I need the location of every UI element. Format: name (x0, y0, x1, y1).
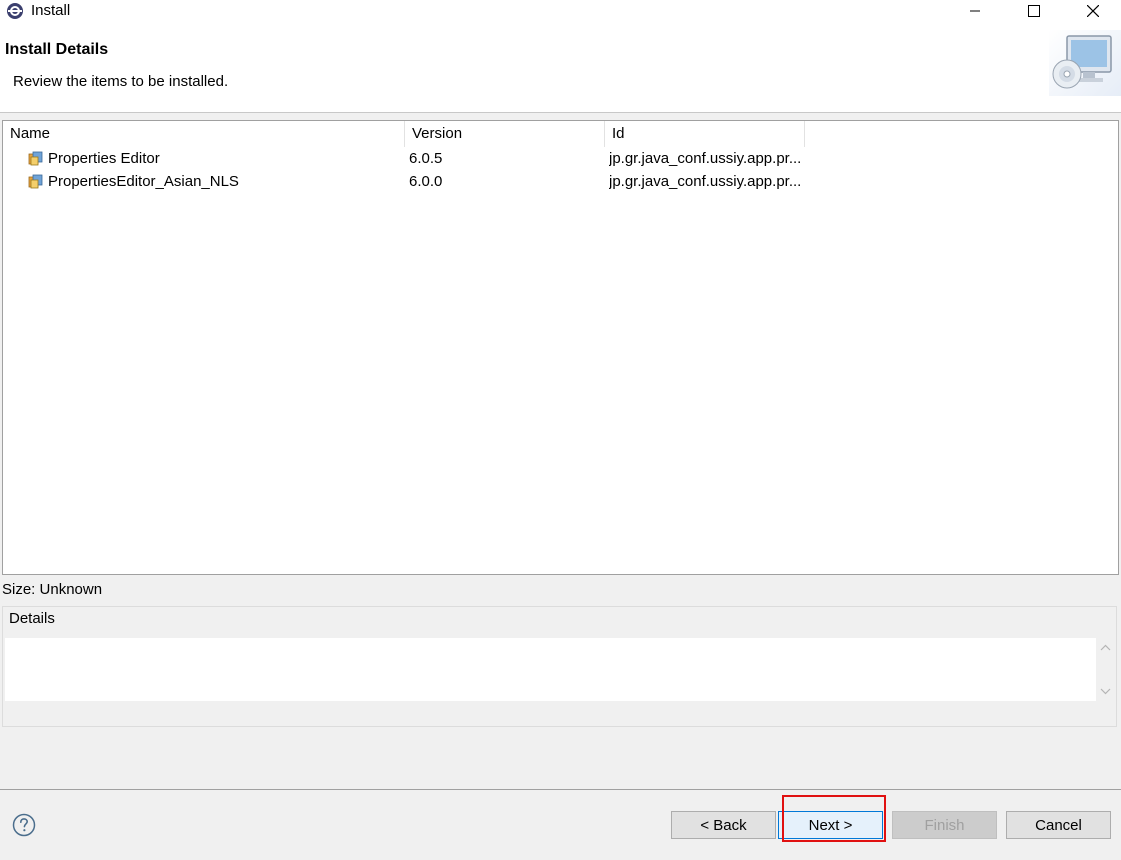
maximize-button[interactable] (1011, 0, 1057, 22)
scroll-up-button[interactable] (1096, 640, 1115, 654)
finish-button[interactable]: Finish (892, 811, 997, 839)
page-title: Install Details (5, 41, 109, 58)
install-items-table[interactable]: Name Version Id Properties Editor 6.0.5 … (2, 120, 1119, 575)
help-button[interactable] (12, 813, 36, 837)
item-version: 6.0.5 (409, 150, 443, 167)
size-label: Size: Unknown (2, 581, 103, 598)
footer-separator (0, 789, 1121, 790)
next-button-highlight (782, 795, 886, 842)
close-button[interactable] (1070, 0, 1116, 22)
column-header-id[interactable]: Id (605, 121, 805, 147)
details-legend: Details (9, 610, 55, 627)
maximize-icon (1028, 5, 1040, 17)
chevron-up-icon (1100, 644, 1111, 650)
feature-icon (27, 151, 45, 167)
details-textarea[interactable] (5, 638, 1096, 701)
page-description: Review the items to be installed. (13, 73, 229, 90)
wizard-banner: Install Details Review the items to be i… (0, 22, 1121, 113)
item-id: jp.gr.java_conf.ussiy.app.pr... (609, 150, 801, 167)
table-row[interactable]: PropertiesEditor_Asian_NLS 6.0.0 jp.gr.j… (3, 170, 1118, 193)
item-id: jp.gr.java_conf.ussiy.app.pr... (609, 173, 801, 190)
feature-icon (27, 174, 45, 190)
help-question-icon (12, 813, 36, 837)
install-wizard-image (1049, 30, 1121, 96)
title-bar: Install (0, 0, 1121, 22)
back-button[interactable]: < Back (671, 811, 776, 839)
close-icon (1087, 5, 1099, 17)
item-version: 6.0.0 (409, 173, 443, 190)
details-scrollbar[interactable] (1096, 638, 1115, 701)
eclipse-gear-icon (6, 2, 24, 20)
item-name: Properties Editor (48, 150, 160, 167)
minimize-button[interactable] (952, 0, 998, 22)
column-header-name[interactable]: Name (3, 121, 405, 147)
chevron-down-icon (1100, 688, 1111, 694)
window-title: Install (31, 2, 71, 19)
item-name: PropertiesEditor_Asian_NLS (48, 173, 239, 190)
cancel-button[interactable]: Cancel (1006, 811, 1111, 839)
scroll-down-button[interactable] (1096, 684, 1115, 698)
table-row[interactable]: Properties Editor 6.0.5 jp.gr.java_conf.… (3, 147, 1118, 170)
minimize-icon (970, 10, 980, 12)
column-header-version[interactable]: Version (405, 121, 605, 147)
